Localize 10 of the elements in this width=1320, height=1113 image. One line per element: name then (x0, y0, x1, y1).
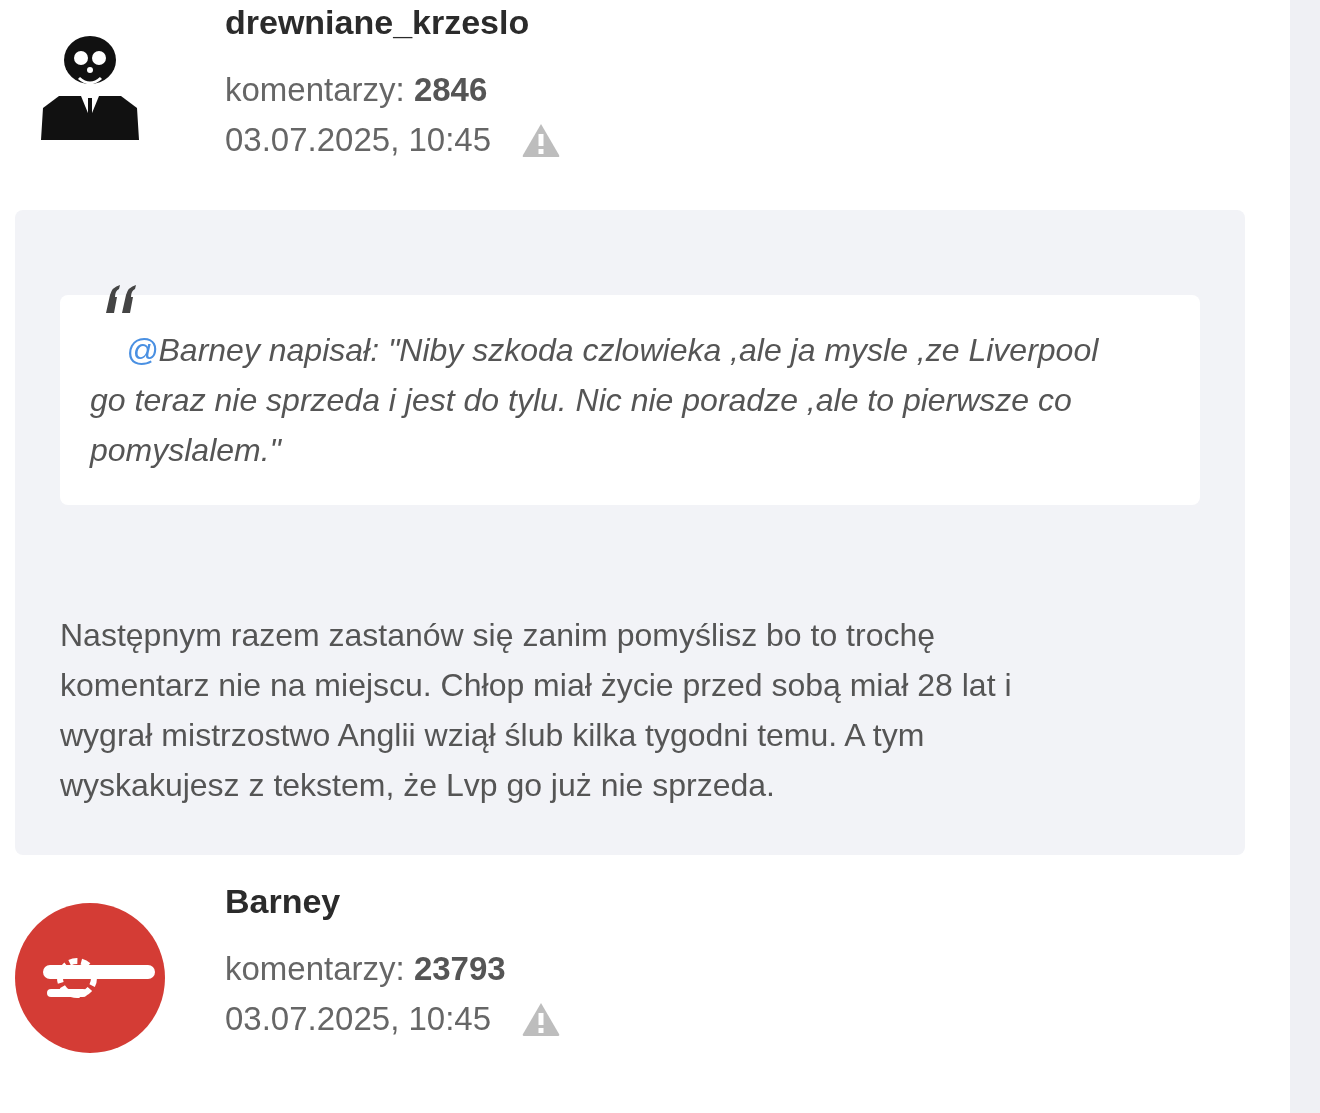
username[interactable]: drewniane_krzeslo (225, 0, 562, 44)
quoted-text: @Barney napisał: "Niby szkoda czlowieka ,ale ja mysle ,ze Liverpool go teraz nie sprzeda i jest do tylu. Nic nie poradze ,ale to pierwsze co pomyslalem." (60, 295, 1200, 505)
comment-date: 03.07.2025, 10:45 (225, 999, 492, 1039)
comment-count: komentarzy: 2846 (225, 70, 489, 110)
comment-count: komentarzy: 23793 (225, 949, 507, 989)
username[interactable]: Barney (225, 879, 562, 923)
comment-text: Następnym razem zastanów się zanim pomyślisz bo to trochę komentarz nie na miejscu. Chłop miał życie przed sobą miał 28 lat i wygrał mistrzostwo Anglii wziął ślub kilka tygodni temu. A tym wyskakujesz z tekstem, że Lvp go już nie sprzeda. (60, 616, 1013, 805)
warning-icon[interactable] (521, 1001, 562, 1037)
warning-icon[interactable] (521, 122, 562, 158)
comment-date: 03.07.2025, 10:45 (225, 120, 492, 160)
